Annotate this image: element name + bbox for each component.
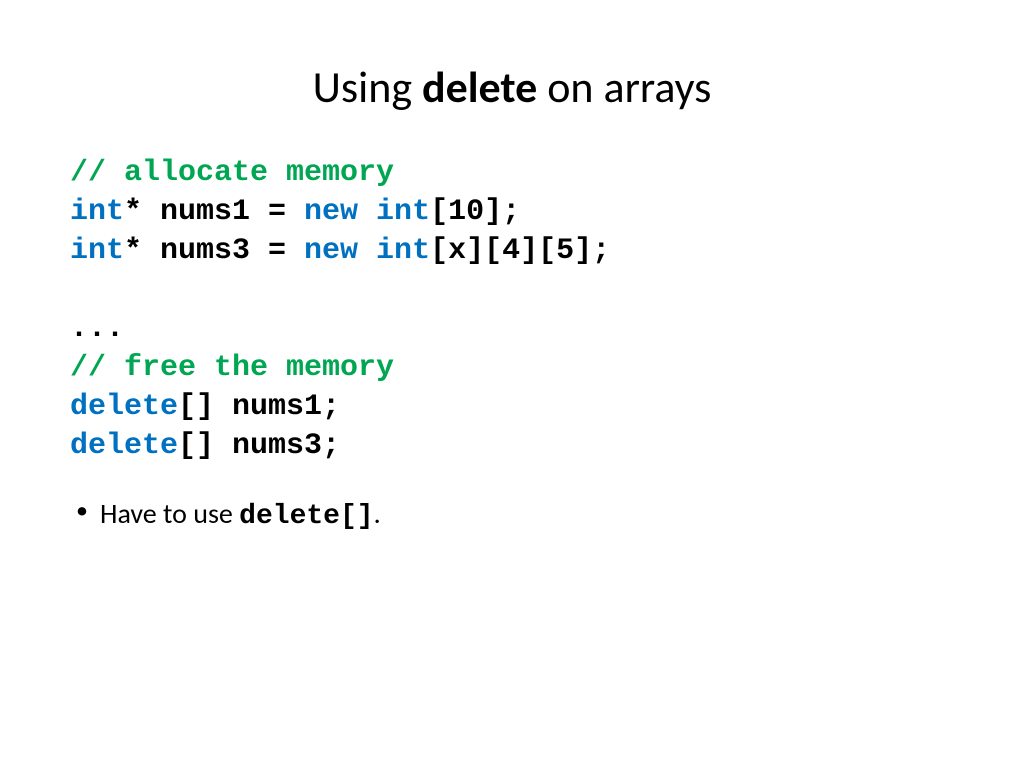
code-line-2: int* nums1 = new int[10];	[70, 193, 954, 232]
keyword-new-int: new int	[304, 234, 430, 268]
code-text: * nums3 =	[124, 234, 304, 268]
keyword-delete: delete	[70, 429, 178, 463]
bullet-post: .	[374, 496, 381, 531]
ellipsis: ...	[70, 312, 124, 346]
bullet-list: Have to use delete[].	[70, 496, 954, 532]
code-line-1: // allocate memory	[70, 154, 954, 193]
title-bold: delete	[422, 60, 537, 114]
bullet-mono: delete[]	[239, 501, 373, 532]
code-text: * nums1 =	[124, 195, 304, 229]
title-pre: Using	[313, 60, 422, 114]
code-text: [] nums3;	[178, 429, 340, 463]
keyword-int: int	[70, 234, 124, 268]
title-post: on arrays	[537, 60, 711, 114]
code-block: // allocate memory int* nums1 = new int[…	[70, 154, 954, 466]
code-line-4: ...	[70, 310, 954, 349]
keyword-int: int	[70, 195, 124, 229]
comment-allocate: // allocate memory	[70, 156, 394, 190]
keyword-new-int: new int	[304, 195, 430, 229]
bullet-pre: Have to use	[100, 496, 239, 531]
code-blank-line	[70, 271, 954, 310]
code-text: [10];	[430, 195, 520, 229]
code-line-6: delete[] nums1;	[70, 388, 954, 427]
code-line-7: delete[] nums3;	[70, 427, 954, 466]
code-line-5: // free the memory	[70, 349, 954, 388]
code-text: [x][4][5];	[430, 234, 610, 268]
keyword-delete: delete	[70, 390, 178, 424]
code-text: [] nums1;	[178, 390, 340, 424]
code-line-3: int* nums3 = new int[x][4][5];	[70, 232, 954, 271]
comment-free: // free the memory	[70, 351, 394, 385]
bullet-item: Have to use delete[].	[100, 496, 954, 532]
slide-title: Using delete on arrays	[70, 60, 954, 114]
